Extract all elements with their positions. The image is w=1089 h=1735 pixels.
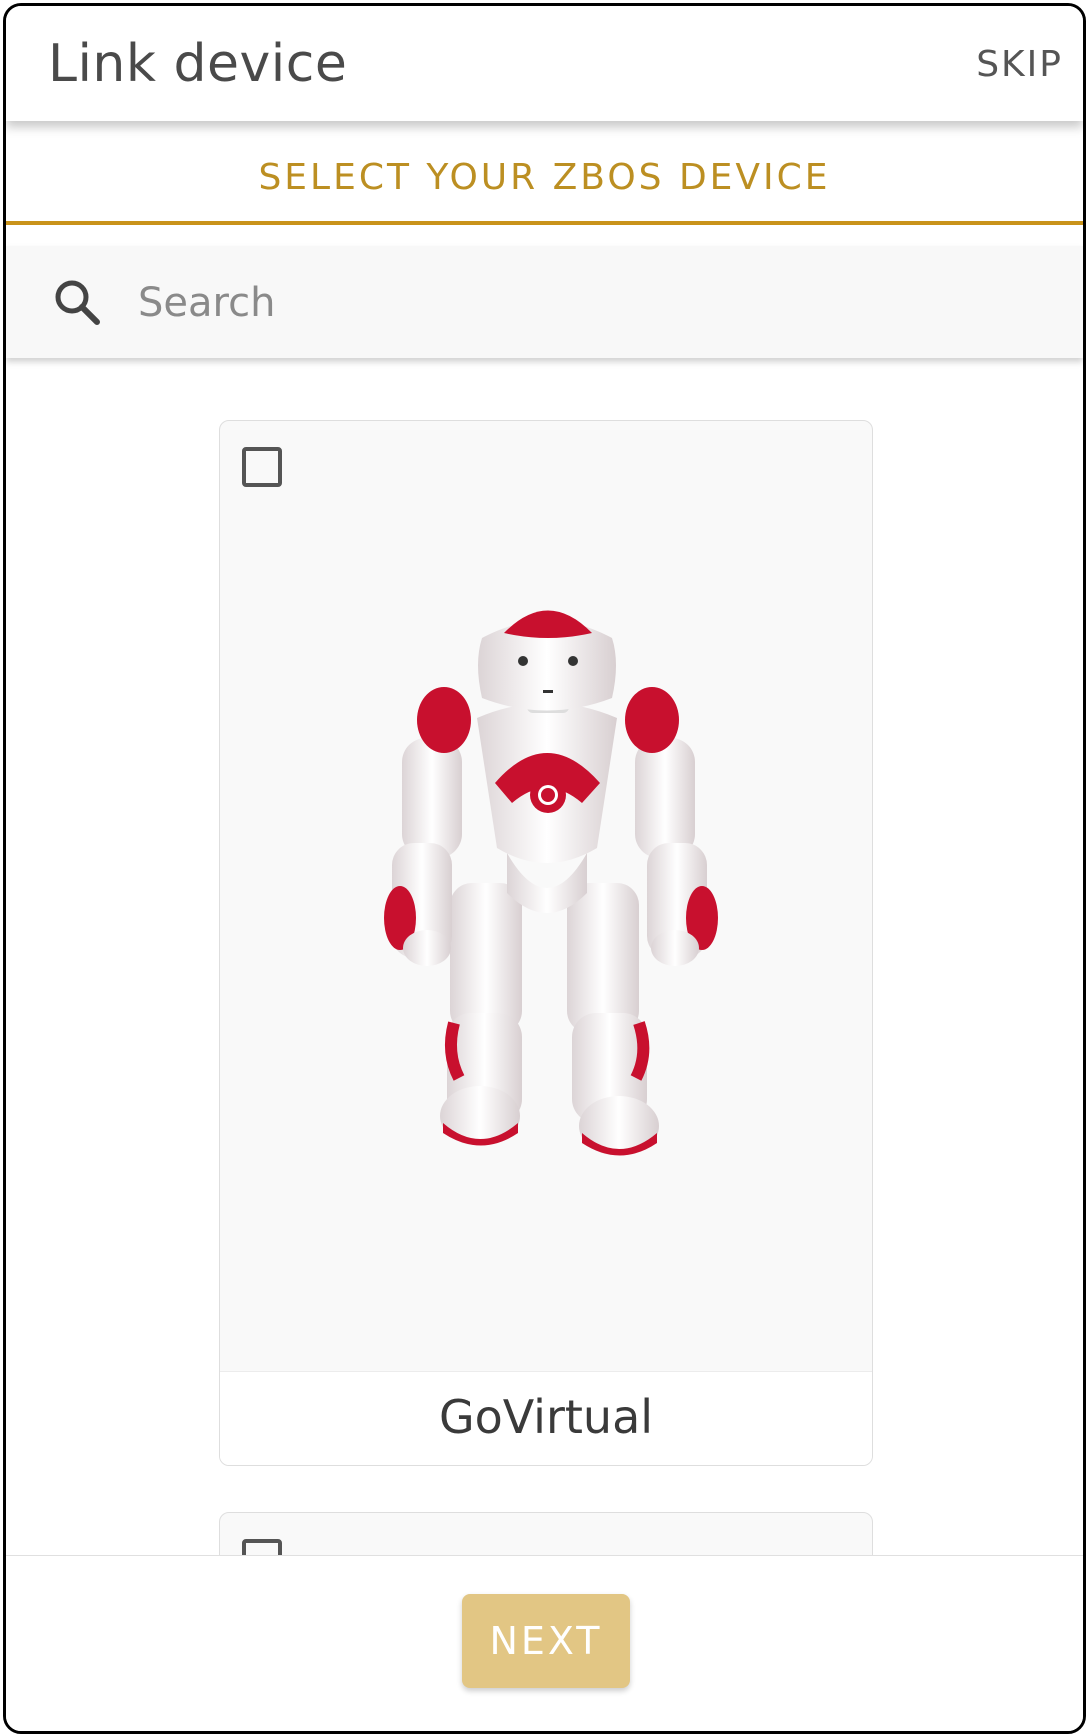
- device-card[interactable]: GoVirtual: [219, 420, 873, 1466]
- next-button[interactable]: NEXT: [462, 1594, 630, 1688]
- device-name: GoVirtual: [438, 1390, 654, 1444]
- device-checkbox[interactable]: [242, 447, 282, 487]
- tab-bar: SELECT YOUR ZBOS DEVICE: [6, 125, 1083, 225]
- skip-button[interactable]: SKIP: [976, 44, 1063, 85]
- tab-select-device[interactable]: SELECT YOUR ZBOS DEVICE: [6, 125, 1083, 225]
- device-card[interactable]: [219, 1512, 873, 1555]
- tab-active-indicator: [6, 221, 1083, 225]
- robot-image: [384, 610, 718, 1156]
- app-header: Link device SKIP: [6, 6, 1083, 121]
- device-list[interactable]: GoVirtual: [6, 358, 1083, 1555]
- device-card-footer: GoVirtual: [220, 1371, 872, 1465]
- search-icon: [55, 280, 100, 325]
- page-title: Link device: [48, 34, 348, 94]
- device-checkbox[interactable]: [242, 1539, 282, 1555]
- bottom-bar: NEXT: [6, 1555, 1083, 1731]
- search-input[interactable]: [136, 270, 1040, 336]
- search-bar: [6, 246, 1083, 358]
- tab-label: SELECT YOUR ZBOS DEVICE: [258, 157, 831, 198]
- app-frame: Link device SKIP SELECT YOUR ZBOS DEVICE: [3, 3, 1086, 1734]
